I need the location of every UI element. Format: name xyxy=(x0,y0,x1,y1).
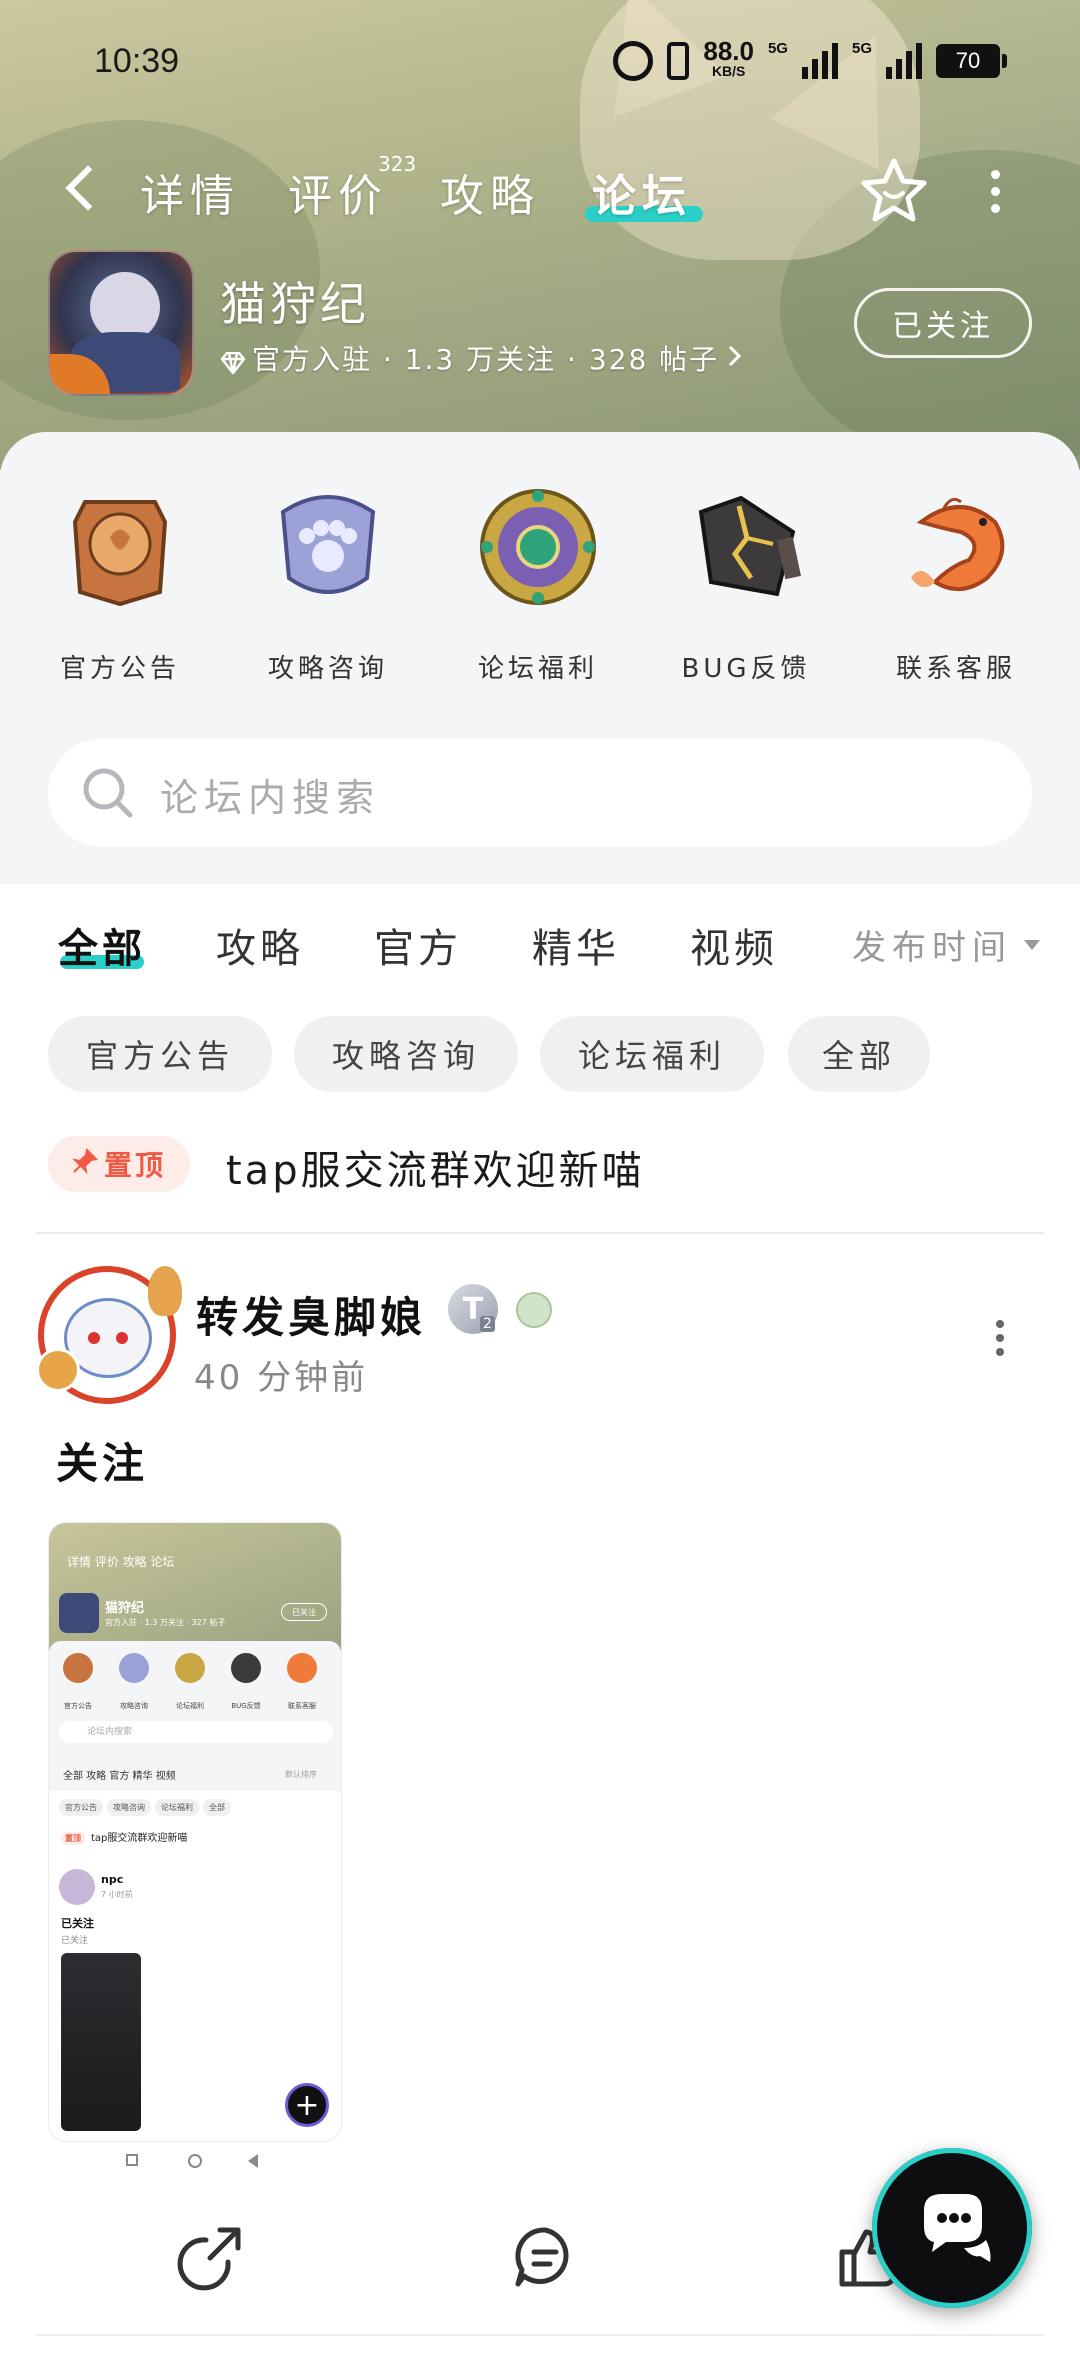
compose-chat-button[interactable] xyxy=(872,2148,1032,2308)
search-input[interactable]: 论坛内搜索 xyxy=(160,767,380,822)
game-name: 猫狩纪 xyxy=(220,277,370,331)
chip-welfare[interactable]: 论坛福利 xyxy=(540,1016,764,1092)
gem-medallion-icon xyxy=(473,482,603,612)
chat-bubble-icon xyxy=(924,2194,991,2262)
signal-icon xyxy=(801,43,838,79)
status-bar: 10:39 88.0 KB/S 5G 5G 70 xyxy=(0,30,1080,90)
post-image[interactable]: 详情 评价 攻略 论坛 猫狩纪 官方入驻 · 1.3 万关注 · 327 帖子 … xyxy=(48,1522,342,2142)
forum-search-bar[interactable]: 论坛内搜索 xyxy=(48,739,1032,847)
alarm-icon xyxy=(613,41,654,81)
post-more-icon[interactable] xyxy=(994,1320,1006,1356)
square-icon xyxy=(126,2154,138,2166)
sort-dropdown[interactable]: 发布时间 xyxy=(852,920,1012,969)
game-icon[interactable] xyxy=(48,250,194,396)
diamond-icon xyxy=(220,348,246,375)
search-icon xyxy=(80,765,136,821)
star-face-icon[interactable] xyxy=(858,155,930,227)
game-meta[interactable]: 官方入驻 · 1.3 万关注 · 328 帖子 xyxy=(220,338,743,378)
quick-link-welfare[interactable]: 论坛福利 xyxy=(438,482,638,702)
caret-down-icon[interactable] xyxy=(1024,940,1040,950)
tab-reviews[interactable]: 评价 xyxy=(288,160,388,224)
tab-forum[interactable]: 论坛 xyxy=(592,160,692,224)
post-time: 40 分钟前 xyxy=(194,1358,369,1398)
announcement-icon xyxy=(55,482,185,612)
forum-panel: 官方公告 攻略咨询 论坛福利 BUG反馈 联系客服 论坛内搜索 xyxy=(0,432,1080,884)
network-type-label: 5G xyxy=(851,40,872,57)
filter-tab-video[interactable]: 视频 xyxy=(690,916,778,974)
cracked-stone-icon xyxy=(681,482,811,612)
quick-link-announcements[interactable]: 官方公告 xyxy=(20,482,220,702)
chip-all[interactable]: 全部 xyxy=(788,1016,930,1092)
status-time: 10:39 xyxy=(94,42,180,80)
filter-tab-guides[interactable]: 攻略 xyxy=(216,916,304,974)
thumbnail-navbar xyxy=(48,2146,342,2176)
game-icon xyxy=(59,1593,99,1633)
medal-icon xyxy=(516,1292,552,1328)
battery-icon: 70 xyxy=(936,44,1007,78)
pinned-badge: 置顶 xyxy=(48,1136,190,1192)
follow-button[interactable]: 已关注 xyxy=(854,288,1032,358)
tab-details[interactable]: 详情 xyxy=(140,160,240,224)
avatar-frame-flame xyxy=(148,1266,182,1316)
divider xyxy=(36,1232,1044,1234)
signal-icon xyxy=(886,43,922,79)
back-triangle-icon xyxy=(248,2154,258,2168)
network-speed: 88.0 KB/S xyxy=(703,36,754,79)
tab-guides[interactable]: 攻略 xyxy=(440,160,540,224)
quick-link-guides[interactable]: 攻略咨询 xyxy=(228,482,428,702)
quick-link-bug-report[interactable]: BUG反馈 xyxy=(646,482,846,702)
reviews-count: 323 xyxy=(378,152,417,176)
avatar-badge-icon xyxy=(36,1348,80,1392)
pinned-post-title[interactable]: tap服交流群欢迎新喵 xyxy=(226,1138,645,1196)
vibrate-icon xyxy=(667,42,690,80)
filter-tab-featured[interactable]: 精华 xyxy=(532,916,620,974)
back-icon[interactable] xyxy=(60,166,100,206)
paw-shield-icon xyxy=(263,482,393,612)
level-number: 2 xyxy=(480,1316,495,1332)
chip-guides[interactable]: 攻略咨询 xyxy=(294,1016,518,1092)
circle-icon xyxy=(188,2154,202,2168)
chevron-right-icon xyxy=(727,342,743,375)
post-author[interactable]: 转发臭脚娘 xyxy=(196,1284,426,1345)
pin-icon xyxy=(71,1147,99,1181)
more-options-icon[interactable] xyxy=(985,170,1005,214)
share-icon[interactable] xyxy=(176,2222,246,2292)
quick-link-customer-service[interactable]: 联系客服 xyxy=(856,482,1056,702)
filter-tab-official[interactable]: 官方 xyxy=(374,916,462,974)
divider xyxy=(36,2334,1044,2336)
comment-icon[interactable] xyxy=(510,2222,580,2292)
koi-fish-icon xyxy=(891,482,1021,612)
filter-tab-all[interactable]: 全部 xyxy=(58,916,146,974)
chip-announcements[interactable]: 官方公告 xyxy=(48,1016,272,1092)
network-type-label: 5G xyxy=(767,40,788,57)
post-title[interactable]: 关注 xyxy=(56,1430,148,1491)
